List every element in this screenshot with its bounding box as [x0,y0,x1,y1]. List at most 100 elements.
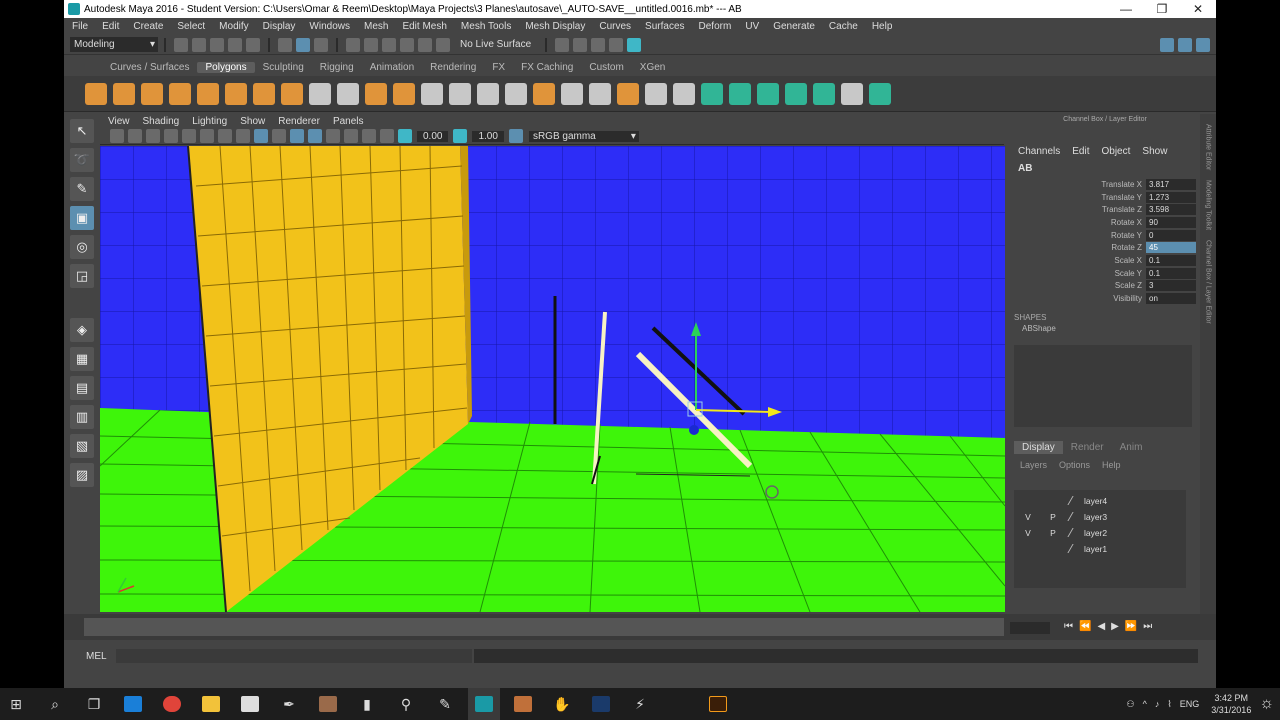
layers-menu[interactable]: Layers [1020,460,1047,470]
scale-tool-icon[interactable]: ◲ [70,264,94,288]
extrude-icon[interactable] [421,82,443,105]
attr-value-field[interactable]: 0.1 [1146,267,1196,279]
menu-surfaces[interactable]: Surfaces [645,21,684,32]
layout-graph-icon[interactable]: ▨ [70,463,94,487]
bookmark-icon[interactable] [146,129,160,143]
menu-curves[interactable]: Curves [599,21,631,32]
menu-edit-mesh[interactable]: Edit Mesh [402,21,446,32]
tab-rigging[interactable]: Rigging [312,62,362,73]
select-object-icon[interactable] [296,37,310,52]
glove-app-icon[interactable]: ✋ [546,688,578,720]
target-weld-icon[interactable] [533,82,555,105]
hypershade-icon[interactable] [627,37,642,52]
attr-value-field-selected[interactable]: 45 [1146,242,1196,254]
live-surface-icon[interactable] [436,37,450,52]
viewport-menu-show[interactable]: Show [240,116,265,127]
lasso-tool-icon[interactable]: ➰ [70,148,94,172]
bridge-icon[interactable] [449,82,471,105]
illustrator-icon[interactable] [702,688,734,720]
network-app-icon[interactable]: ⚡ [624,688,656,720]
layer-help-menu[interactable]: Help [1102,460,1121,470]
viewport-menu-shading[interactable]: Shading [143,116,180,127]
wireframe-icon[interactable] [236,129,250,143]
poly-torus-icon[interactable] [225,82,247,105]
smooth-shade-icon[interactable] [254,129,268,143]
z-axis-handle-icon[interactable] [689,425,699,435]
poly-cylinder-icon[interactable] [141,82,163,105]
show-manipulator-icon[interactable]: ◈ [70,318,94,342]
snap-view-plane-icon[interactable] [400,37,414,52]
brightness-icon[interactable]: ☼ [1259,695,1274,713]
tab-anim-layers[interactable]: Anim [1112,441,1151,454]
photoshop-icon[interactable] [585,688,617,720]
layer-row[interactable]: V P layer2 [1014,525,1186,541]
menu-edit[interactable]: Edit [102,21,119,32]
snap-surface-icon[interactable] [418,37,432,52]
quad-draw-icon[interactable] [673,82,695,105]
task-view-icon[interactable]: ❐ [78,688,110,720]
edge-loop-icon[interactable] [561,82,583,105]
camera-attributes-icon[interactable] [128,129,142,143]
layer-row[interactable]: layer1 [1014,541,1186,557]
boolean-icon[interactable] [393,82,415,105]
keyboard-language[interactable]: ENG [1180,699,1200,709]
tab-custom[interactable]: Custom [581,62,631,73]
connect-icon[interactable] [645,82,667,105]
pen-app-icon[interactable]: ✒ [273,688,305,720]
photo-app-icon[interactable] [312,688,344,720]
toggle-attribute-editor-icon[interactable] [1160,37,1174,52]
uv-automatic-icon[interactable] [785,82,807,105]
attr-value-field[interactable]: on [1146,293,1196,305]
menu-mesh-display[interactable]: Mesh Display [525,21,585,32]
select-tool-icon[interactable]: ↖ [70,119,94,143]
document-app-icon[interactable]: ▮ [351,688,383,720]
menu-cache[interactable]: Cache [829,21,858,32]
modeling-toolkit-tab[interactable]: Modeling Toolkit [1205,180,1212,230]
attr-value-field[interactable]: 3.598 [1146,204,1196,216]
wireframe-on-shaded-icon[interactable] [272,129,286,143]
rotate-tool-icon[interactable]: ◎ [70,235,94,259]
viewport-menu-renderer[interactable]: Renderer [278,116,320,127]
tab-animation[interactable]: Animation [362,62,422,73]
attr-value-field[interactable]: 3 [1146,280,1196,292]
combine-icon[interactable] [309,82,331,105]
tab-rendering[interactable]: Rendering [422,62,484,73]
color-space-dropdown[interactable]: sRGB gamma [528,130,639,142]
menu-create[interactable]: Create [133,21,163,32]
menu-select[interactable]: Select [177,21,205,32]
insert-edge-loop-icon[interactable] [589,82,611,105]
time-ruler[interactable] [84,618,1004,636]
tab-display-layers[interactable]: Display [1014,440,1063,454]
menu-deform[interactable]: Deform [699,21,732,32]
exposure-icon[interactable] [398,129,412,143]
paint-select-tool-icon[interactable]: ✎ [70,177,94,201]
attr-value-field[interactable]: 90 [1146,216,1196,228]
menu-help[interactable]: Help [872,21,893,32]
windows-start-icon[interactable]: ⊞ [0,688,32,720]
snap-grid-icon[interactable] [346,37,360,52]
attr-value-field[interactable]: 1.273 [1146,191,1196,203]
layout-outliner-icon[interactable]: ▧ [70,434,94,458]
layer-playback-toggle[interactable]: P [1042,528,1064,538]
menu-generate[interactable]: Generate [773,21,815,32]
edit-menu[interactable]: Edit [1072,146,1089,157]
gamma-icon[interactable] [453,129,468,143]
layer-color-icon[interactable] [1067,544,1081,554]
uv-layout-icon[interactable] [841,82,863,105]
mel-label[interactable]: MEL [86,651,116,662]
select-component-icon[interactable] [314,37,328,52]
menuset-dropdown[interactable]: Modeling [70,37,158,52]
tab-sculpting[interactable]: Sculpting [255,62,312,73]
menu-mesh[interactable]: Mesh [364,21,388,32]
image-plane-icon[interactable] [164,129,178,143]
layout-single-icon[interactable]: ▦ [70,347,94,371]
offset-edge-loop-icon[interactable] [617,82,639,105]
channels-menu[interactable]: Channels [1018,146,1060,157]
menu-uv[interactable]: UV [745,21,759,32]
store-icon[interactable] [234,688,266,720]
render-settings-icon[interactable] [609,37,624,52]
close-button[interactable]: ✕ [1180,2,1216,16]
poly-pyramid-icon[interactable] [253,82,275,105]
film-gate-icon[interactable] [200,129,214,143]
current-frame-field[interactable] [1010,622,1050,634]
